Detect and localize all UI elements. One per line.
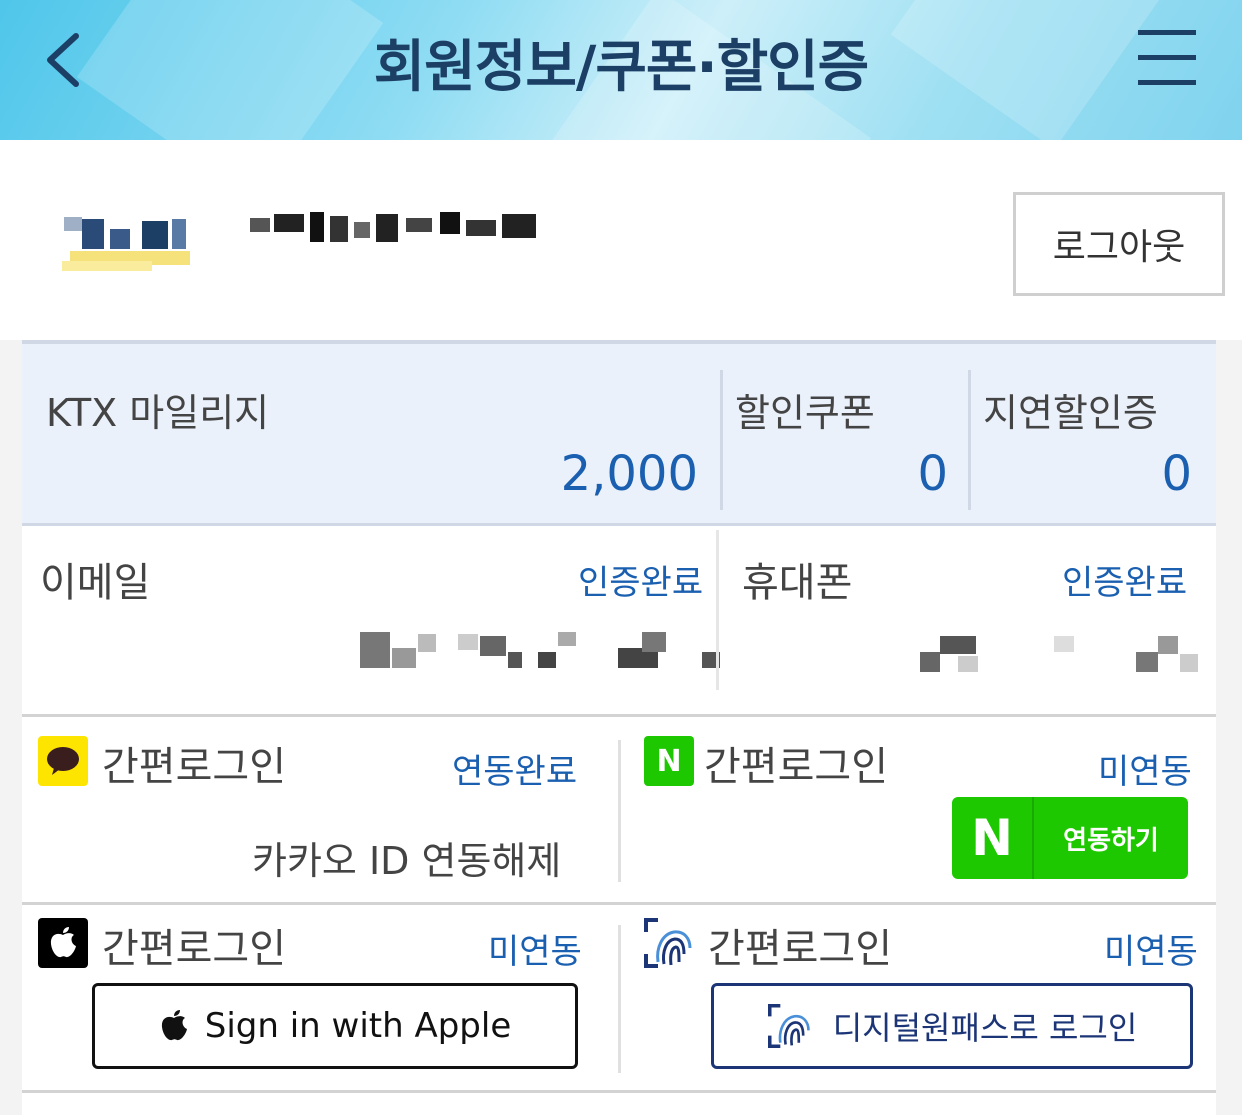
apple-logo-icon <box>161 1010 187 1041</box>
email-label: 이메일 <box>40 560 151 606</box>
naver-link-label: 연동하기 <box>1063 825 1159 856</box>
apple-button-label: Sign in with Apple <box>204 1006 512 1046</box>
stat-discount-coupon[interactable]: 할인쿠폰 0 <box>723 344 968 526</box>
masked-email <box>360 632 720 668</box>
stat-label: KTX 마일리지 <box>46 391 270 435</box>
stat-value: 0 <box>1161 446 1192 502</box>
menu-button[interactable] <box>1138 30 1196 88</box>
stat-ktx-mileage[interactable]: KTX 마일리지 2,000 <box>22 344 720 526</box>
naver-icon: N <box>644 736 694 786</box>
masked-user-id <box>250 212 536 242</box>
apple-link-status: 미연동 <box>488 932 582 972</box>
benefits-summary: KTX 마일리지 2,000 할인쿠폰 0 지연할인증 0 <box>22 340 1216 526</box>
logout-button[interactable]: 로그아웃 <box>1013 192 1225 296</box>
member-info-card: KTX 마일리지 2,000 할인쿠폰 0 지연할인증 0 이메일 인증완료 휴… <box>22 340 1216 1115</box>
naver-link-status: 미연동 <box>1098 752 1192 792</box>
apple-icon <box>38 918 88 968</box>
digital-onepass-logo-icon <box>767 1004 810 1048</box>
stat-label: 지연할인증 <box>983 391 1158 435</box>
masked-user-name <box>62 215 192 273</box>
naver-link-button[interactable]: N 연동하기 <box>952 797 1188 879</box>
phone-status-badge: 인증완료 <box>1062 563 1188 603</box>
digital-onepass-button-label: 디지털원패스로 로그인 <box>832 1009 1138 1047</box>
user-info-section: 로그아웃 <box>0 140 1242 340</box>
divider <box>22 714 1216 717</box>
naver-logo-icon: N <box>971 809 1013 867</box>
digital-onepass-login-button[interactable]: 디지털원패스로 로그인 <box>711 983 1193 1069</box>
divider <box>22 1090 1216 1093</box>
naver-easy-login-label: 간편로그인 <box>704 744 888 790</box>
divider <box>618 925 621 1073</box>
sign-in-with-apple-button[interactable]: Sign in with Apple <box>92 983 578 1069</box>
digital-onepass-icon <box>644 918 694 968</box>
divider <box>22 902 1216 905</box>
kakao-easy-login-label: 간편로그인 <box>102 744 286 790</box>
kakao-unlink-button[interactable]: 카카오 ID 연동해제 <box>252 830 561 885</box>
digital-onepass-easy-login-label: 간편로그인 <box>708 926 892 972</box>
page-title: 회원정보/쿠폰·할인증 <box>373 35 869 100</box>
stat-value: 2,000 <box>560 446 698 502</box>
stat-value: 0 <box>917 446 948 502</box>
stat-label: 할인쿠폰 <box>735 391 875 435</box>
divider <box>716 530 719 690</box>
hamburger-menu-icon <box>1138 30 1196 35</box>
kakao-talk-icon <box>38 736 88 786</box>
app-header: 회원정보/쿠폰·할인증 <box>0 0 1242 148</box>
email-status-badge: 인증완료 <box>578 563 704 603</box>
kakao-link-status: 연동완료 <box>452 752 578 792</box>
phone-label: 휴대폰 <box>742 560 853 606</box>
stat-delay-certificate[interactable]: 지연할인증 0 <box>971 344 1216 526</box>
divider <box>618 740 621 882</box>
apple-easy-login-label: 간편로그인 <box>102 926 286 972</box>
digital-onepass-link-status: 미연동 <box>1104 932 1198 972</box>
masked-phone <box>920 636 1198 672</box>
